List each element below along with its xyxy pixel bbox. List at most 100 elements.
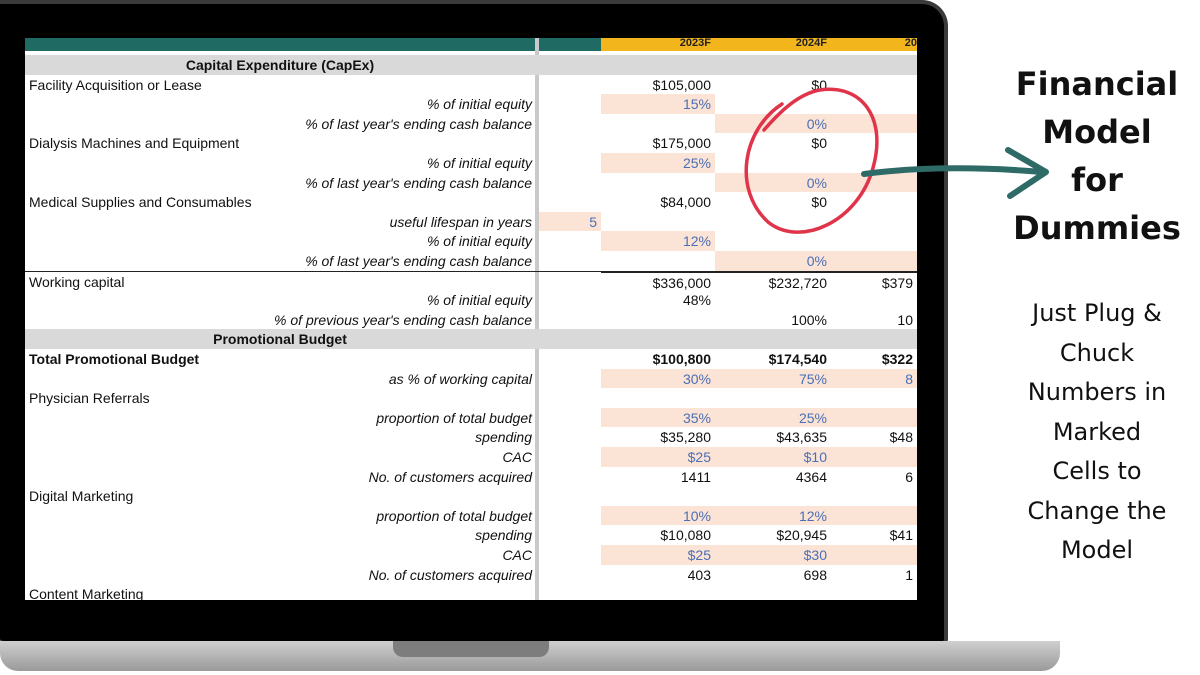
value-cell[interactable]: $379 xyxy=(831,271,917,292)
value-cell[interactable] xyxy=(831,290,917,310)
value-cell[interactable] xyxy=(601,114,715,134)
input-cell[interactable]: 5 xyxy=(539,211,601,232)
value-cell[interactable] xyxy=(831,231,917,251)
input-cell[interactable]: 10% xyxy=(601,505,715,526)
value-cell[interactable] xyxy=(831,584,917,600)
value-cell[interactable] xyxy=(831,153,917,173)
value-cell[interactable]: 403 xyxy=(601,565,715,585)
value-cell[interactable] xyxy=(831,75,917,95)
value-cell[interactable] xyxy=(831,212,917,232)
input-cell[interactable] xyxy=(831,407,917,428)
input-cell[interactable]: $30 xyxy=(715,545,831,565)
side-title-line: Financial xyxy=(1015,65,1179,103)
value-cell[interactable]: $84,000 xyxy=(601,192,715,212)
table-row: % of last year's ending cash balance 0% xyxy=(25,172,917,193)
input-cell[interactable] xyxy=(831,113,917,134)
input-cell[interactable]: 75% xyxy=(715,368,831,389)
value-cell[interactable]: $100,800 xyxy=(601,349,715,369)
value-cell[interactable] xyxy=(831,192,917,212)
value-cell[interactable]: $105,000 xyxy=(601,75,715,95)
input-cell[interactable]: 12% xyxy=(601,231,715,251)
value-cell[interactable] xyxy=(831,486,917,506)
value-cell[interactable]: $10,080 xyxy=(601,525,715,545)
value-cell[interactable] xyxy=(715,153,831,173)
value-cell[interactable]: $43,635 xyxy=(715,427,831,447)
table-row: % of initial equity 25% xyxy=(25,153,917,173)
value-cell[interactable] xyxy=(601,173,715,193)
header-band-teal-2 xyxy=(539,38,601,51)
input-cell[interactable] xyxy=(831,447,917,467)
year-header: 20 xyxy=(904,38,917,49)
row-label: % of initial equity xyxy=(426,233,532,250)
value-cell[interactable]: $35,280 xyxy=(601,427,715,447)
table-row: Facility Acquisition or Lease $105,000 $0 xyxy=(25,75,917,95)
value-cell[interactable]: 1 xyxy=(831,565,917,585)
value-cell[interactable] xyxy=(601,584,715,600)
value-cell[interactable]: $175,000 xyxy=(601,133,715,153)
value-cell[interactable]: 10 xyxy=(831,310,917,330)
value-cell[interactable]: $322 xyxy=(831,349,917,369)
side-subtitle-line: Change the xyxy=(1027,496,1167,525)
input-cell[interactable]: 30% xyxy=(601,368,715,389)
value-cell[interactable]: $0 xyxy=(715,75,831,95)
value-cell[interactable] xyxy=(831,388,917,408)
value-cell[interactable]: $0 xyxy=(715,192,831,212)
input-cell[interactable]: 25% xyxy=(601,153,715,173)
table-row: Dialysis Machines and Equipment $175,000 $… xyxy=(25,133,917,153)
row-label: CAC xyxy=(502,449,532,465)
value-cell[interactable]: $41 xyxy=(831,525,917,545)
laptop-notch xyxy=(393,641,549,657)
value-cell[interactable] xyxy=(715,212,831,232)
value-cell[interactable] xyxy=(831,133,917,153)
side-title-line: Model xyxy=(1042,113,1152,151)
input-cell[interactable] xyxy=(831,505,917,526)
value-cell[interactable] xyxy=(715,231,831,251)
value-cell[interactable]: 6 xyxy=(831,467,917,487)
table-row: CAC $25 $30 xyxy=(25,545,917,565)
value-cell[interactable]: $336,000 xyxy=(601,271,715,292)
value-cell[interactable] xyxy=(715,486,831,506)
value-cell[interactable] xyxy=(831,94,917,114)
value-cell[interactable]: $48 xyxy=(831,427,917,447)
value-cell[interactable] xyxy=(715,388,831,408)
value-cell[interactable]: 100% xyxy=(715,310,831,330)
input-cell[interactable]: 15% xyxy=(601,94,715,114)
input-cell[interactable]: 12% xyxy=(715,505,831,526)
value-cell[interactable]: 48% xyxy=(601,290,715,310)
value-cell[interactable] xyxy=(601,388,715,408)
side-subtitle-line: Just Plug & xyxy=(1032,299,1162,327)
row-label: CAC xyxy=(502,547,532,563)
value-cell[interactable]: $232,720 xyxy=(715,271,831,292)
value-cell[interactable]: 698 xyxy=(715,565,831,585)
input-cell[interactable] xyxy=(831,545,917,565)
value-cell[interactable]: $20,945 xyxy=(715,525,831,545)
input-cell[interactable] xyxy=(831,251,917,271)
value-cell[interactable] xyxy=(715,290,831,310)
value-cell[interactable]: $0 xyxy=(715,133,831,153)
input-cell[interactable]: 8 xyxy=(831,368,917,389)
input-cell[interactable]: 0% xyxy=(715,172,831,193)
value-cell[interactable]: 1411 xyxy=(601,467,715,487)
value-cell[interactable] xyxy=(715,584,831,600)
row-label: Capital Expenditure (CapEx) xyxy=(185,57,375,73)
input-cell[interactable]: 0% xyxy=(715,251,831,271)
input-cell[interactable]: 35% xyxy=(601,407,715,428)
input-cell[interactable] xyxy=(831,172,917,193)
input-cell[interactable]: $25 xyxy=(601,447,715,467)
value-cell[interactable]: $174,540 xyxy=(715,349,831,369)
side-title-line: for xyxy=(1071,161,1123,199)
row-label: % of last year's ending cash balance xyxy=(305,174,532,191)
input-cell[interactable]: $10 xyxy=(715,447,831,467)
input-cell[interactable]: $25 xyxy=(601,545,715,565)
value-cell[interactable] xyxy=(601,251,715,271)
row-label: Digital Marketing xyxy=(29,488,134,505)
value-cell[interactable]: 4364 xyxy=(715,467,831,487)
value-cell[interactable] xyxy=(601,486,715,506)
input-cell[interactable]: 0% xyxy=(715,113,831,134)
value-cell[interactable] xyxy=(715,94,831,114)
input-cell[interactable]: 25% xyxy=(715,407,831,428)
side-title: Financial Model for Dummies xyxy=(1004,60,1190,252)
value-cell[interactable] xyxy=(601,310,715,330)
row-label: as % of working capital xyxy=(388,370,532,387)
value-cell[interactable] xyxy=(601,212,715,232)
